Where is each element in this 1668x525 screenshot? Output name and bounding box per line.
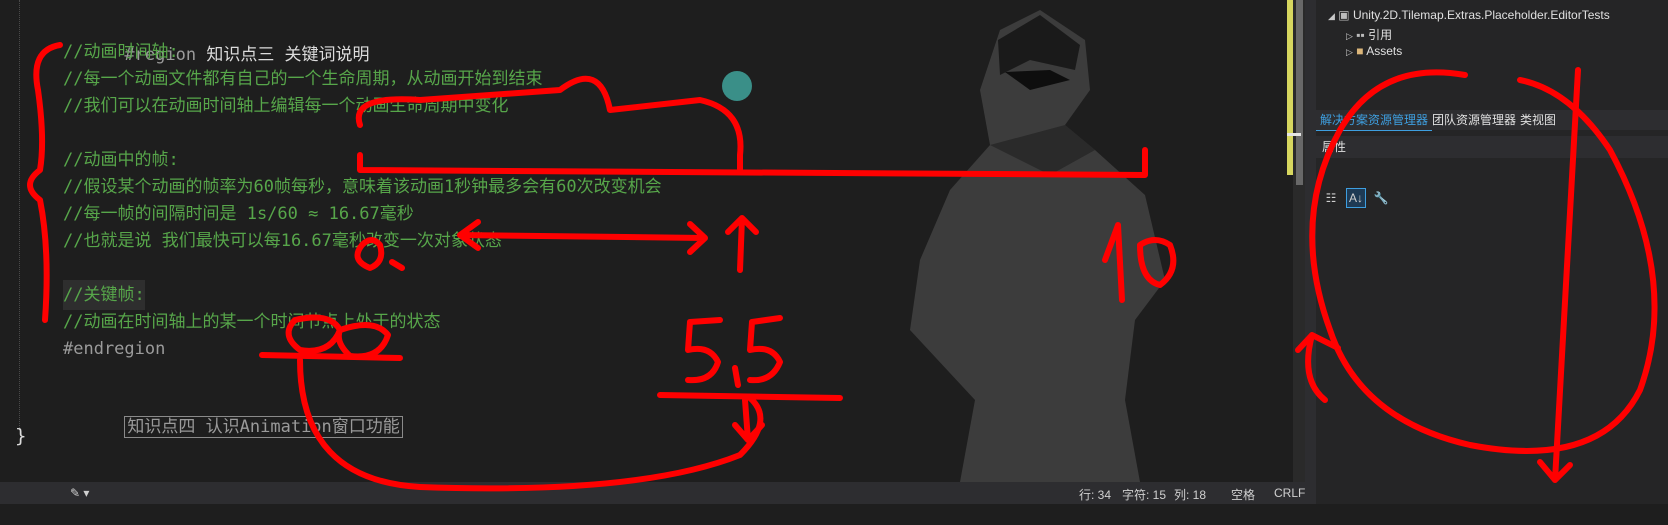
status-eol: CRLF	[1274, 486, 1306, 500]
code-line: #region 知识点三 关键词说明	[63, 10, 369, 65]
explorer-tabs: 解决方案资源管理器 团队资源管理器 类视图	[1316, 110, 1668, 131]
project-icon: ▣	[1338, 8, 1350, 22]
code-line: //动画时间轴:	[63, 42, 179, 62]
folder-icon: ■	[1356, 44, 1364, 58]
bottom-bar	[0, 504, 1668, 525]
status-space: 空格	[1231, 488, 1256, 502]
code-line: 知识点四 认识Animation窗口功能	[63, 382, 403, 438]
categorized-icon[interactable]: ☷	[1322, 189, 1340, 207]
status-col: 列: 18	[1174, 488, 1207, 502]
wrench-icon[interactable]: 🔧	[1372, 189, 1390, 207]
references-label: 引用	[1368, 28, 1393, 42]
code-line: //假设某个动画的帧率为60帧每秒，意味着该动画1秒钟最多会有60次改变机会	[63, 177, 662, 197]
caret-marker	[1287, 133, 1301, 136]
code-line: //关键帧:	[63, 280, 145, 310]
background-illustration	[910, 10, 1165, 482]
tab-solution-explorer[interactable]: 解决方案资源管理器	[1316, 110, 1433, 131]
editor-status-bar: ✎ ▾ 行: 34 字符: 15 列: 18 空格 CRLF	[0, 482, 1305, 504]
expand-triangle-icon[interactable]: ◢	[1328, 11, 1335, 21]
assets-label: Assets	[1366, 44, 1403, 58]
tree-project[interactable]: ◢ ▣ Unity.2D.Tilemap.Extras.Placeholder.…	[1328, 8, 1610, 22]
tab-team-explorer[interactable]: 团队资源管理器	[1428, 110, 1520, 130]
indent-guide	[19, 0, 20, 430]
properties-toolbar: ☷ A↓ 🔧	[1322, 188, 1396, 208]
properties-header: 属性	[1316, 136, 1668, 158]
code-line: //每一帧的间隔时间是 1s/60 ≈ 16.67毫秒	[63, 204, 414, 224]
solution-explorer-panel: ◢ ▣ Unity.2D.Tilemap.Extras.Placeholder.…	[1316, 0, 1668, 504]
tab-class-view[interactable]: 类视图	[1516, 110, 1560, 130]
closing-brace: }	[15, 425, 27, 447]
code-line: //动画在时间轴上的某一个时间节点上处于的状态	[63, 312, 441, 332]
change-marker	[1287, 0, 1293, 175]
references-icon: ▪▪	[1356, 28, 1365, 42]
code-line: #endregion	[63, 339, 166, 359]
panel-divider[interactable]	[1305, 0, 1316, 504]
collapse-triangle-icon[interactable]: ▷	[1346, 47, 1353, 57]
region-collapsed-box[interactable]: 知识点四 认识Animation窗口功能	[124, 416, 403, 438]
status-line: 行: 34	[1079, 488, 1112, 502]
code-line: //每一个动画文件都有自己的一个生命周期，从动画开始到结束	[63, 69, 543, 89]
mouse-cursor-highlight	[722, 71, 752, 101]
properties-title: 属性	[1322, 140, 1347, 154]
scrollbar-thumb[interactable]	[1296, 0, 1303, 185]
tree-references[interactable]: ▷ ▪▪ 引用	[1346, 26, 1392, 43]
region-title: 知识点三 关键词说明	[196, 45, 370, 65]
code-line: //我们可以在动画时间轴上编辑每一个动画生命周期中变化	[63, 96, 509, 116]
collapse-triangle-icon[interactable]: ▷	[1346, 31, 1353, 41]
status-char: 字符: 15	[1122, 488, 1167, 502]
alphabetical-icon[interactable]: A↓	[1346, 188, 1366, 208]
code-line: //动画中的帧:	[63, 150, 179, 170]
project-label: Unity.2D.Tilemap.Extras.Placeholder.Edit…	[1352, 8, 1610, 22]
editor-gutter	[0, 0, 40, 482]
brush-icon[interactable]: ✎ ▾	[70, 486, 89, 500]
code-line: //也就是说 我们最快可以每16.67毫秒改变一次对象状态	[63, 231, 502, 251]
tree-assets[interactable]: ▷ ■ Assets	[1346, 44, 1402, 58]
